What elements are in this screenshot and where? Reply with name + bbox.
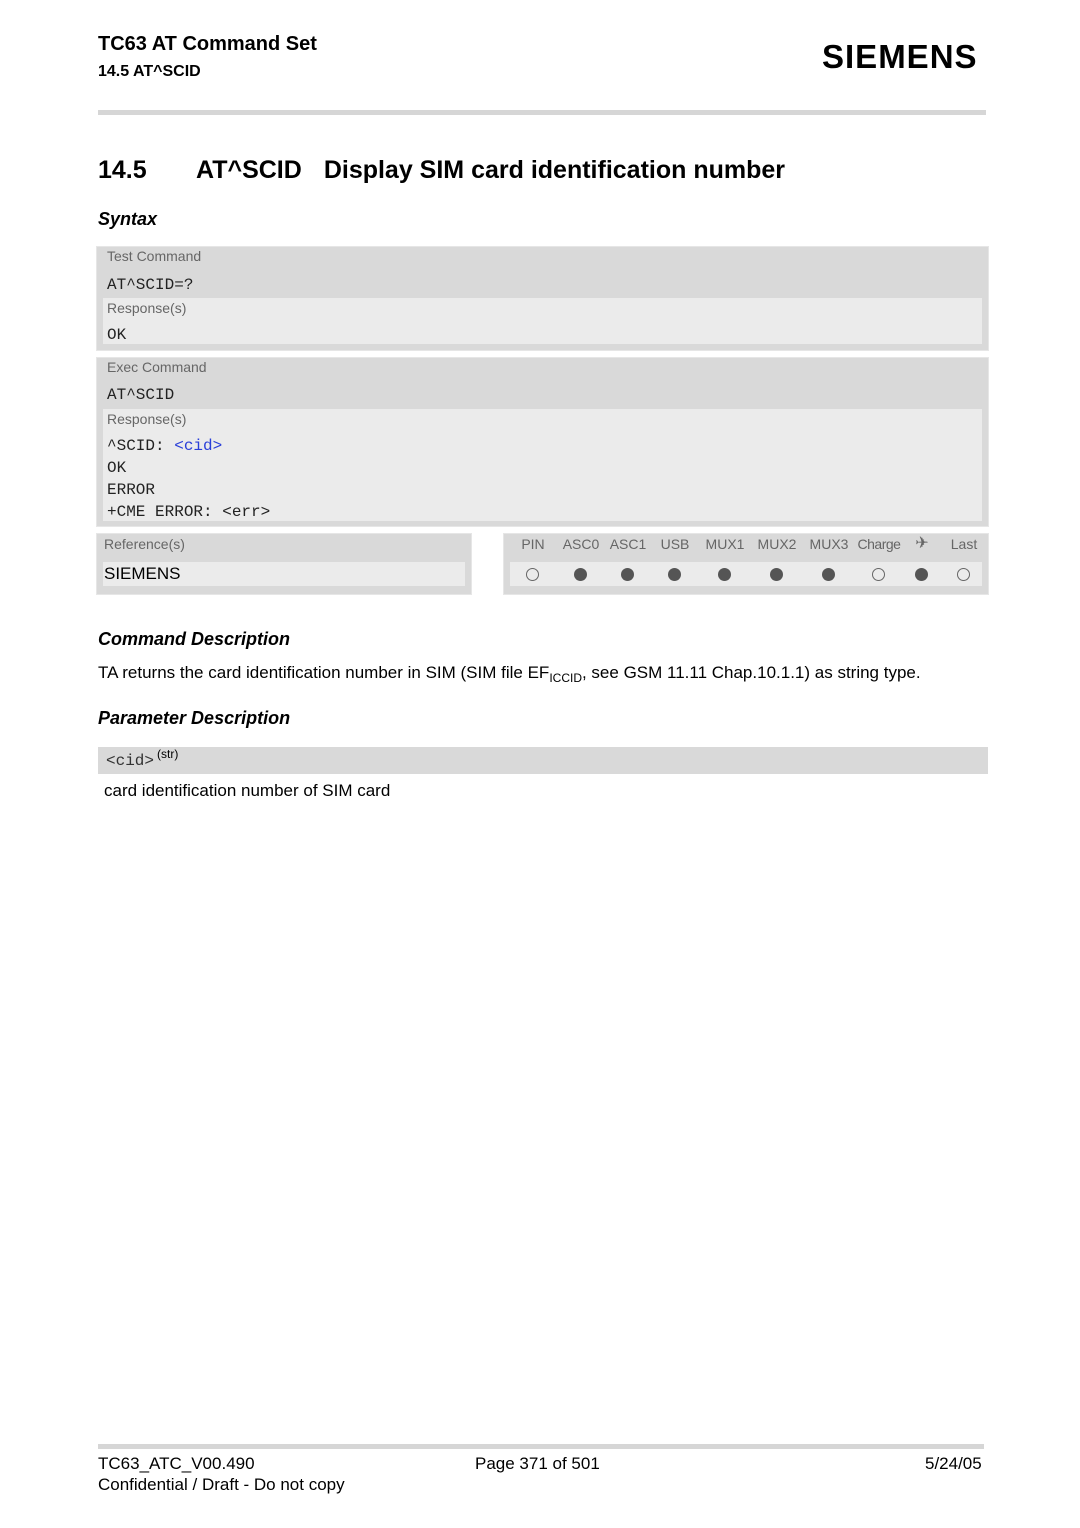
col-mux1: MUX1 — [705, 536, 745, 552]
footer-divider — [98, 1444, 984, 1449]
section-command: AT^SCID — [196, 156, 302, 184]
indicator-mux3-supported — [822, 568, 835, 581]
indicator-mux1-supported — [718, 568, 731, 581]
section-title: 14.5 AT^SCID Display SIM card identificati… — [98, 156, 785, 185]
document-title: TC63 AT Command Set — [98, 33, 317, 55]
exec-response-ok: OK — [107, 459, 127, 477]
availability-box: PIN ASC0 ASC1 USB MUX1 MUX2 MUX3 Charge … — [503, 533, 989, 595]
availability-indicators — [510, 562, 982, 586]
parameter-name: <cid> — [106, 752, 155, 770]
exec-response-scid: ^SCID: <cid> — [107, 437, 222, 455]
col-mux3: MUX3 — [809, 536, 849, 552]
cid-param-link[interactable]: <cid> — [174, 437, 222, 455]
syntax-heading: Syntax — [98, 209, 158, 229]
footer-confidentiality: Confidential / Draft - Do not copy — [98, 1475, 345, 1494]
parameter-bar: <cid> (str) — [98, 747, 988, 774]
scid-prefix: ^SCID: — [107, 437, 175, 455]
section-number: 14.5 — [98, 156, 147, 184]
exec-command-box: Exec Command AT^SCID Response(s) ^SCID: … — [96, 357, 989, 527]
col-usb: USB — [660, 536, 690, 552]
references-value: SIEMENS — [104, 564, 181, 583]
description-text-end: , see GSM 11.11 Chap.10.1.1) as string t… — [581, 663, 921, 682]
col-mux2: MUX2 — [757, 536, 797, 552]
indicator-asc0-supported — [574, 568, 587, 581]
test-command-box: Test Command AT^SCID=? Response(s) OK — [96, 246, 989, 351]
description-subscript: ICCID — [549, 671, 582, 685]
col-pin: PIN — [521, 536, 545, 552]
test-command-label: Test Command — [107, 248, 202, 264]
exec-response-error: ERROR — [107, 481, 156, 499]
section-reference: 14.5 AT^SCID — [98, 63, 201, 80]
section-name: Display SIM card identification number — [323, 156, 786, 184]
command-description-heading: Command Description — [98, 629, 291, 649]
exec-command-label: Exec Command — [107, 359, 207, 375]
exec-responses-panel: Response(s) ^SCID: <cid> OK ERROR +CME E… — [103, 409, 982, 521]
test-command: AT^SCID=? — [107, 276, 194, 294]
description-text-start: TA returns the card identification numbe… — [98, 663, 550, 682]
parameter-description-heading: Parameter Description — [98, 708, 291, 728]
col-asc1: ASC1 — [609, 536, 647, 552]
command-description-text: TA returns the card identification numbe… — [98, 663, 921, 685]
indicator-asc1-supported — [621, 568, 634, 581]
availability-header: PIN ASC0 ASC1 USB MUX1 MUX2 MUX3 Charge … — [504, 535, 990, 556]
footer-doc-id: TC63_ATC_V00.490 — [98, 1454, 255, 1473]
footer-date: 5/24/05 — [925, 1454, 982, 1473]
header-divider — [98, 110, 986, 115]
col-asc0: ASC0 — [562, 536, 600, 552]
footer-page-number: Page 371 of 501 — [475, 1454, 600, 1473]
indicator-airplane-supported — [915, 568, 928, 581]
test-response-ok: OK — [107, 326, 127, 344]
indicator-mux2-supported — [770, 568, 783, 581]
references-panel: SIEMENS — [103, 562, 465, 586]
indicator-charge-unsupported — [872, 568, 885, 581]
indicator-usb-supported — [668, 568, 681, 581]
test-responses-panel: Response(s) OK — [103, 298, 982, 344]
indicator-last-unsupported — [957, 568, 970, 581]
references-box: Reference(s) SIEMENS — [96, 533, 472, 595]
indicator-pin-unsupported — [526, 568, 539, 581]
col-last: Last — [950, 536, 978, 552]
parameter-type: (str) — [157, 747, 179, 761]
test-responses-label: Response(s) — [107, 300, 187, 316]
references-label: Reference(s) — [104, 536, 185, 552]
parameter-description-text: card identification number of SIM card — [104, 781, 391, 800]
exec-command: AT^SCID — [107, 386, 175, 404]
exec-responses-label: Response(s) — [107, 411, 187, 427]
siemens-logo: SIEMENS — [822, 38, 978, 75]
exec-response-cme-error: +CME ERROR: <err> — [107, 503, 271, 521]
